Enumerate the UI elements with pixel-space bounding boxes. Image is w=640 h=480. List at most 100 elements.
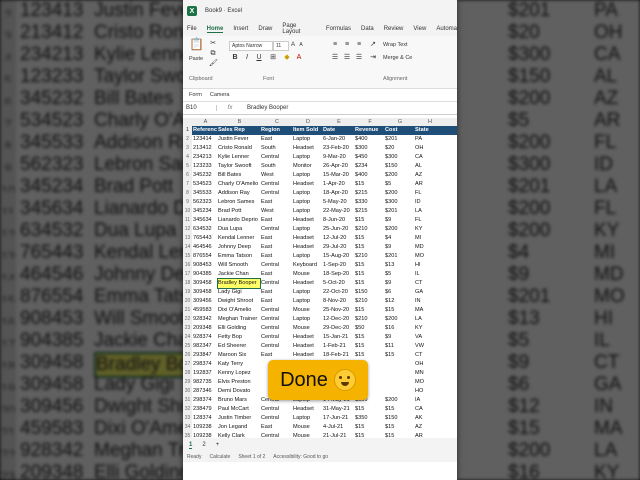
cell[interactable]: $16 [385,324,414,333]
table-row[interactable]: 5 123233 Taylor Swooft South Monitor 26-Apr-2… [183,162,457,171]
table-row[interactable]: 9 562323 Lebron Sames East Laptop 5-May-20 $33… [183,198,457,207]
table-row[interactable]: 12 634532 Dua Lupa Central Laptop 25-Jun-20 $2… [183,225,457,234]
cell[interactable]: 15-Aug-20 [323,252,354,261]
increase-font-icon[interactable]: A [289,41,297,49]
cell[interactable]: Laptop [293,207,322,216]
cell[interactable]: $15 [385,351,414,360]
cell[interactable]: $15 [355,279,384,288]
cell[interactable]: East [261,135,292,144]
table-row[interactable]: 2 123414 Justin Fever East Laptop 6-Jan-20 $40… [183,135,457,144]
table-row[interactable]: 17 904385 Jackie Chan East Mouse 18-Sep-20 $15… [183,270,457,279]
table-row[interactable]: 10 345234 Brad Pott West Laptop 22-May-20 $215… [183,207,457,216]
cell[interactable]: Central [261,306,292,315]
cell[interactable]: Johnny Deep [218,243,260,252]
cell[interactable]: $300 [355,144,384,153]
row-number[interactable]: 30 [183,387,192,396]
cell[interactable]: 22-May-20 [323,207,354,216]
cell[interactable]: Keyboard [293,261,322,270]
cell[interactable]: $234 [355,162,384,171]
cell[interactable]: FL [415,216,444,225]
row-number[interactable]: 5 [183,162,192,171]
cell[interactable]: $15 [355,306,384,315]
table-row[interactable]: 11 345634 Lianardo Deprio East Headset 8-Jun-… [183,216,457,225]
cell[interactable]: AK [415,414,444,423]
tab-insert[interactable]: Insert [233,26,248,32]
cell[interactable]: 309458 [193,279,217,288]
cell[interactable]: South [261,144,292,153]
italic-icon[interactable]: I [243,54,251,62]
cell[interactable]: Headset [293,333,322,342]
column-header-e[interactable]: E [323,118,355,126]
cell[interactable]: Maroon Six [218,351,260,360]
cell[interactable]: 18-Feb-21 [323,351,354,360]
cell[interactable]: East [261,423,292,432]
cell[interactable]: $15 [385,423,414,432]
cell[interactable]: Bruno Mars [218,396,260,405]
row-number[interactable]: 24 [183,333,192,342]
column-header-f[interactable]: F [355,118,385,126]
cell[interactable]: PA [415,135,444,144]
cell[interactable]: Brad Pott [218,207,260,216]
cell[interactable]: 4-Jul-21 [323,423,354,432]
header-cell[interactable]: Cost [385,126,414,135]
cell[interactable]: MN [415,369,444,378]
cell[interactable]: Central [261,315,292,324]
paste-icon[interactable]: 📋 [189,38,204,54]
row-number[interactable]: 1 [183,126,192,135]
cell[interactable]: Laptop [293,171,322,180]
row-number[interactable]: 19 [183,288,192,297]
align-bottom-icon[interactable]: ≡ [355,41,363,49]
table-row[interactable]: 20 309456 Dwight Shroot East Laptop 8-Nov-20 $… [183,297,457,306]
cell[interactable]: $215 [355,189,384,198]
cell[interactable]: $200 [385,315,414,324]
cell[interactable]: Justin Fever [218,135,260,144]
row-number[interactable]: 3 [183,144,192,153]
cell[interactable]: LA [415,315,444,324]
row-number[interactable]: 22 [183,315,192,324]
format-painter-icon[interactable]: 🖌 [209,60,218,68]
table-row[interactable]: 32 238479 Paul McCart Central Headset 31-May-… [183,405,457,414]
cell[interactable]: 534523 [193,180,217,189]
cell[interactable]: 345234 [193,207,217,216]
cell[interactable]: 109238 [193,423,217,432]
cell[interactable]: 17-Jun-21 [323,414,354,423]
cell[interactable]: VA [415,333,444,342]
cell[interactable]: $200 [385,225,414,234]
cell[interactable]: Headset [293,351,322,360]
row-number[interactable]: 7 [183,180,192,189]
row-number[interactable]: 9 [183,198,192,207]
cell[interactable]: $210 [355,225,384,234]
cell[interactable]: Jackie Chan [218,270,260,279]
cell[interactable]: East [261,297,292,306]
cell[interactable]: Mouse [293,324,322,333]
cell[interactable]: $15 [385,405,414,414]
align-middle-icon[interactable]: ≡ [343,41,351,49]
cell[interactable]: Central [261,342,292,351]
cell[interactable]: $400 [355,135,384,144]
cell[interactable]: GA [415,288,444,297]
table-row[interactable]: 4 234213 Kylie Lenner Central Laptop 9-Mar-20… [183,153,457,162]
cell[interactable]: Headset [293,234,322,243]
cell[interactable]: $15 [355,333,384,342]
cell[interactable]: 876554 [193,252,217,261]
cell[interactable]: OH [415,144,444,153]
cell[interactable]: Taylor Swooft [218,162,260,171]
cell[interactable]: Kenny Lopez [218,369,260,378]
name-box[interactable]: B10 [183,105,217,111]
row-number[interactable]: 29 [183,378,192,387]
cell[interactable]: East [261,288,292,297]
cell[interactable]: 29-Jul-20 [323,243,354,252]
row-number[interactable]: 16 [183,261,192,270]
align-top-icon[interactable]: ≡ [331,41,339,49]
cell[interactable]: 298374 [193,360,217,369]
cell[interactable]: Demi Dovato [218,387,260,396]
cell[interactable]: $300 [385,198,414,207]
cell[interactable]: $11 [385,342,414,351]
cell[interactable]: Dixi O'Amelio [218,306,260,315]
cell[interactable]: Central [261,153,292,162]
cell[interactable]: MO [415,378,444,387]
cell[interactable]: 982735 [193,378,217,387]
cell[interactable]: 25-Jun-20 [323,225,354,234]
table-row[interactable]: 21 459583 Dixi O'Amelio Central Mouse 25-Nov-… [183,306,457,315]
fx-icon[interactable]: fx [217,105,243,111]
